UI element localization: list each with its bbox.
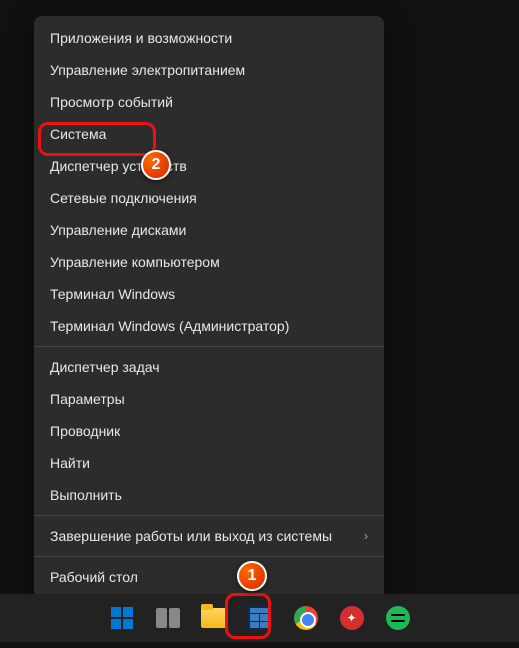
menu-desktop[interactable]: Рабочий стол	[34, 561, 384, 593]
menu-disk-management[interactable]: Управление дисками	[34, 214, 384, 246]
menu-label: Завершение работы или выход из системы	[50, 528, 332, 544]
menu-separator	[34, 556, 384, 557]
menu-label: Управление электропитанием	[50, 62, 245, 78]
menu-label: Проводник	[50, 423, 120, 439]
menu-power-options[interactable]: Управление электропитанием	[34, 54, 384, 86]
menu-event-viewer[interactable]: Просмотр событий	[34, 86, 384, 118]
red-app-button[interactable]: ✦	[333, 599, 371, 637]
red-app-icon: ✦	[340, 606, 364, 630]
menu-shutdown-signout[interactable]: Завершение работы или выход из системы ›	[34, 520, 384, 552]
annotation-badge-1: 1	[237, 561, 267, 591]
chrome-button[interactable]	[287, 599, 325, 637]
file-explorer-button[interactable]	[195, 599, 233, 637]
menu-separator	[34, 346, 384, 347]
calculator-icon	[248, 606, 272, 630]
taskbar: ✦	[0, 594, 519, 642]
menu-label: Просмотр событий	[50, 94, 173, 110]
windows-logo-icon	[111, 607, 133, 629]
chevron-right-icon: ›	[364, 529, 368, 543]
menu-label: Приложения и возможности	[50, 30, 232, 46]
menu-terminal-admin[interactable]: Терминал Windows (Администратор)	[34, 310, 384, 342]
menu-task-manager[interactable]: Диспетчер задач	[34, 351, 384, 383]
menu-label: Система	[50, 126, 106, 142]
menu-label: Терминал Windows	[50, 286, 175, 302]
menu-file-explorer[interactable]: Проводник	[34, 415, 384, 447]
menu-label: Выполнить	[50, 487, 122, 503]
spotify-button[interactable]	[379, 599, 417, 637]
spotify-icon	[386, 606, 410, 630]
menu-network-connections[interactable]: Сетевые подключения	[34, 182, 384, 214]
menu-separator	[34, 515, 384, 516]
menu-label: Управление компьютером	[50, 254, 220, 270]
menu-settings[interactable]: Параметры	[34, 383, 384, 415]
menu-label: Рабочий стол	[50, 569, 138, 585]
menu-device-manager[interactable]: Диспетчер устройств	[34, 150, 384, 182]
menu-system[interactable]: Система	[34, 118, 384, 150]
menu-label: Параметры	[50, 391, 125, 407]
menu-label: Сетевые подключения	[50, 190, 197, 206]
start-button[interactable]	[103, 599, 141, 637]
task-view-button[interactable]	[149, 599, 187, 637]
menu-apps-features[interactable]: Приложения и возможности	[34, 22, 384, 54]
menu-search[interactable]: Найти	[34, 447, 384, 479]
menu-label: Диспетчер задач	[50, 359, 160, 375]
menu-terminal[interactable]: Терминал Windows	[34, 278, 384, 310]
chrome-icon	[294, 606, 318, 630]
folder-icon	[201, 608, 227, 628]
menu-label: Найти	[50, 455, 90, 471]
desktop: Приложения и возможности Управление элек…	[0, 0, 519, 648]
menu-run[interactable]: Выполнить	[34, 479, 384, 511]
winx-context-menu: Приложения и возможности Управление элек…	[34, 16, 384, 599]
calculator-button[interactable]	[241, 599, 279, 637]
menu-label: Управление дисками	[50, 222, 186, 238]
task-view-icon	[156, 608, 180, 628]
annotation-badge-2: 2	[141, 150, 171, 180]
menu-computer-management[interactable]: Управление компьютером	[34, 246, 384, 278]
menu-label: Терминал Windows (Администратор)	[50, 318, 289, 334]
